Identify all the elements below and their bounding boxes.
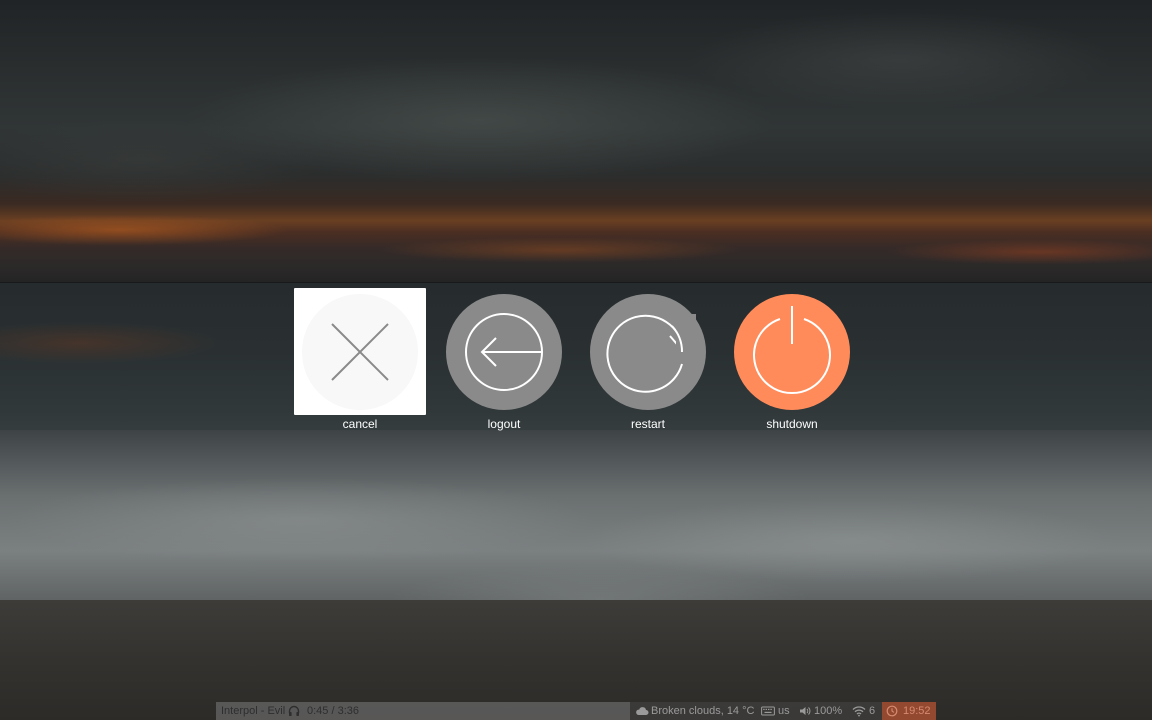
- wallpaper-horizon: [0, 282, 1152, 283]
- now-playing-time: 0:45 / 3:36: [307, 705, 359, 717]
- restart-button[interactable]: restart: [576, 288, 712, 438]
- cloud-icon: [635, 705, 649, 717]
- volume-level[interactable]: 100%: [814, 702, 842, 720]
- logout-arrow-icon: [465, 313, 543, 391]
- shutdown-button[interactable]: shutdown: [720, 288, 856, 438]
- power-icon: [753, 306, 831, 395]
- volume-icon[interactable]: [799, 705, 811, 717]
- keyboard-layout[interactable]: us: [778, 702, 790, 720]
- restart-icon-circle: [590, 294, 706, 410]
- headphones-icon: [288, 705, 300, 717]
- restart-icon: [606, 314, 696, 393]
- wallpaper-sunset-glow: [0, 200, 1152, 270]
- logout-label: logout: [487, 417, 521, 431]
- restart-label: restart: [630, 417, 665, 431]
- keyboard-icon[interactable]: [761, 705, 775, 717]
- clock-icon: [886, 705, 898, 717]
- logout-button[interactable]: logout: [432, 288, 568, 438]
- desktop: cancel logout restart shutdown Interpol …: [0, 0, 1152, 720]
- cancel-icon-circle: [302, 294, 418, 410]
- clock-widget[interactable]: 19:52: [882, 702, 936, 720]
- shutdown-label: shutdown: [766, 417, 818, 431]
- now-playing-track: Interpol - Evil: [221, 705, 286, 717]
- close-icon: [331, 323, 389, 381]
- logout-icon-circle: [446, 294, 562, 410]
- clock-time: 19:52: [903, 705, 931, 717]
- logout-dialog: cancel logout restart shutdown: [288, 288, 864, 438]
- shutdown-icon-circle: [734, 294, 850, 410]
- wifi-icon[interactable]: [852, 705, 866, 717]
- cancel-button[interactable]: cancel: [288, 288, 426, 438]
- weather-text: Broken clouds, 14 °C: [651, 705, 755, 717]
- statusbar-now-playing: Interpol - Evil 0:45 / 3:36: [216, 702, 630, 720]
- statusbar-system: Broken clouds, 14 °C us 100% 6 19:52: [630, 702, 936, 720]
- cancel-label: cancel: [342, 417, 378, 431]
- wifi-value[interactable]: 6: [869, 702, 875, 720]
